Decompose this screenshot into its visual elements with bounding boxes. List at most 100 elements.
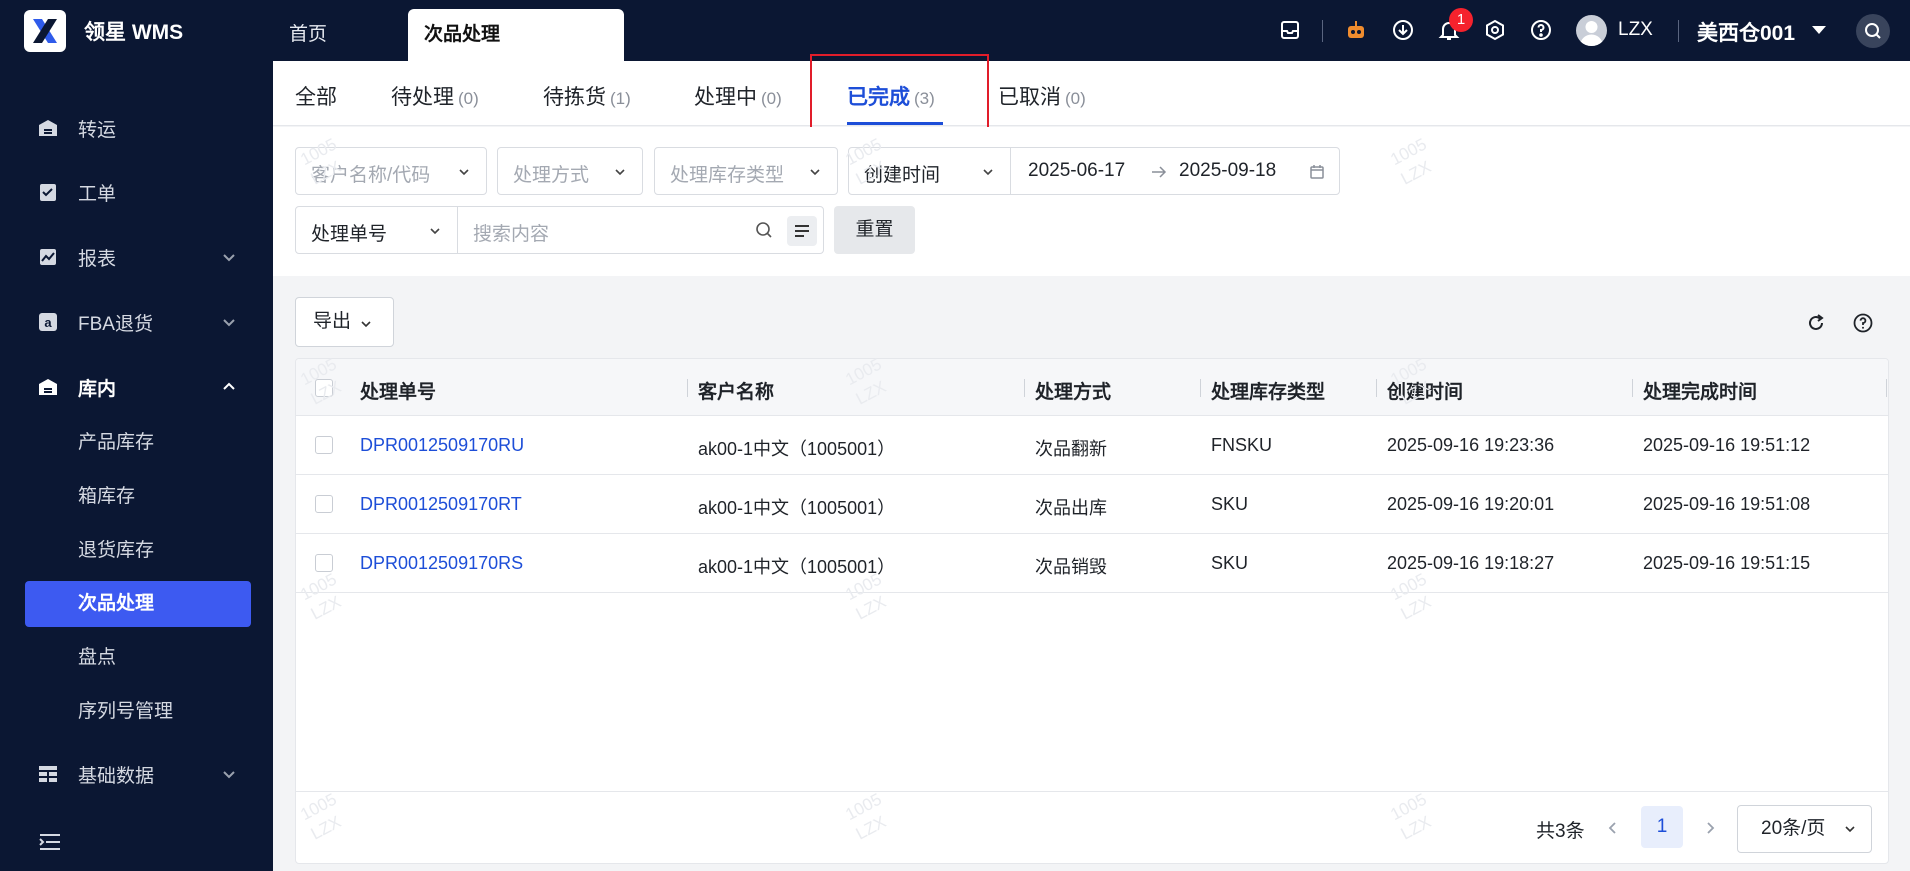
column-resizer[interactable] (1024, 379, 1025, 397)
column-resizer[interactable] (687, 379, 688, 397)
chevron-down-icon (1845, 826, 1855, 833)
sidebar-item-base-data[interactable]: 基础数据 (0, 754, 273, 794)
sidebar-item-stocktake[interactable]: 盘点 (25, 635, 251, 681)
table-row[interactable]: DPR0012509170RT ak00-1中文（1005001） 次品出库 S… (296, 475, 1888, 534)
date-start[interactable]: 2025-06-17 (1028, 160, 1125, 182)
column-resizer[interactable] (1200, 379, 1201, 397)
completed-time-cell: 2025-09-16 19:51:12 (1643, 435, 1811, 455)
calendar-icon[interactable] (1309, 164, 1325, 180)
column-resizer[interactable] (1632, 379, 1633, 397)
date-range-picker[interactable]: 2025-06-17 2025-09-18 (1010, 147, 1340, 195)
settings-icon[interactable] (1482, 17, 1508, 43)
inbox-icon[interactable] (1277, 17, 1303, 43)
column-header[interactable]: 处理单号 (360, 377, 436, 404)
table-header: 处理单号 客户名称 处理方式 处理库存类型 创建时间 处理完成时间 (296, 359, 1888, 416)
clipboard-check-icon (37, 181, 59, 203)
customer-select[interactable]: 客户名称/代码 (295, 147, 487, 195)
logo-icon[interactable] (24, 10, 66, 52)
date-end[interactable]: 2025-09-18 (1179, 160, 1276, 182)
chevron-up-icon (223, 382, 235, 390)
page-number-current[interactable]: 1 (1641, 806, 1683, 848)
tab-processing[interactable]: 处理中 (0) (694, 81, 782, 111)
stock-type-cell: SKU (1211, 494, 1249, 514)
table-row[interactable]: DPR0012509170RU ak00-1中文（1005001） 次品翻新 F… (296, 416, 1888, 475)
caret-down-icon[interactable] (1812, 26, 1826, 34)
results-table: 处理单号 客户名称 处理方式 处理库存类型 创建时间 处理完成时间 DPR001… (295, 358, 1889, 864)
time-type-select[interactable]: 创建时间 (848, 147, 1011, 195)
method-cell: 次品出库 (1035, 498, 1107, 518)
column-header[interactable]: 创建时间 (1387, 377, 1463, 404)
sidebar-item-reports[interactable]: 报表 (0, 237, 273, 277)
sidebar-item-inventory[interactable]: 库内 (0, 367, 273, 407)
tab-pending[interactable]: 待处理 (0) (391, 81, 479, 111)
search-icon[interactable] (755, 221, 773, 239)
help-icon[interactable] (1528, 17, 1554, 43)
tab-all[interactable]: 全部 (295, 81, 341, 111)
column-resizer[interactable] (1376, 379, 1377, 397)
select-all-checkbox[interactable] (315, 379, 333, 397)
row-checkbox[interactable] (315, 495, 333, 513)
completed-time-cell: 2025-09-16 19:51:15 (1643, 553, 1811, 573)
sidebar-item-return-stock[interactable]: 退货库存 (25, 528, 251, 574)
row-checkbox[interactable] (315, 436, 333, 454)
sidebar-item-fba-returns[interactable]: a FBA退货 (0, 302, 273, 342)
refresh-icon[interactable] (1805, 312, 1827, 334)
sidebar-item-serial-numbers[interactable]: 序列号管理 (25, 689, 251, 735)
help-icon[interactable] (1852, 312, 1874, 334)
column-header[interactable]: 处理方式 (1035, 377, 1111, 404)
chevron-down-icon (223, 254, 235, 262)
chevron-down-icon (223, 771, 235, 779)
download-icon[interactable] (1390, 17, 1416, 43)
column-header[interactable]: 处理库存类型 (1211, 377, 1325, 404)
user-name[interactable]: LZX (1618, 19, 1653, 41)
order-number-link[interactable]: DPR0012509170RT (360, 494, 522, 515)
tab-home[interactable]: 首页 (289, 9, 409, 61)
search-field-select[interactable]: 处理单号 (295, 206, 458, 254)
chevron-down-icon (810, 169, 820, 176)
sidebar-item-work-order[interactable]: 工单 (0, 172, 273, 212)
robot-icon[interactable] (1343, 17, 1369, 43)
chevron-down-icon (459, 169, 469, 176)
reset-button[interactable]: 重置 (834, 206, 915, 254)
row-checkbox[interactable] (315, 554, 333, 572)
completed-time-cell: 2025-09-16 19:51:08 (1643, 494, 1811, 514)
warehouse-icon (37, 376, 59, 398)
order-number-link[interactable]: DPR0012509170RU (360, 435, 524, 456)
search-input[interactable]: 搜索内容 (457, 206, 824, 254)
page-size-select[interactable]: 20条/页 (1737, 805, 1872, 853)
notification-badge: 1 (1449, 8, 1473, 32)
customer-cell: ak00-1中文（1005001） (698, 498, 896, 518)
collapse-menu-icon[interactable] (38, 832, 62, 852)
tab-cancelled[interactable]: 已取消 (0) (998, 81, 1086, 111)
tab-defective-processing[interactable]: 次品处理 (408, 9, 624, 61)
table-row[interactable]: DPR0012509170RS ak00-1中文（1005001） 次品销毁 S… (296, 534, 1888, 593)
order-number-link[interactable]: DPR0012509170RS (360, 553, 523, 574)
global-search-icon[interactable] (1856, 14, 1890, 48)
next-page-icon[interactable] (1702, 820, 1718, 836)
chevron-down-icon (983, 169, 993, 176)
column-header[interactable]: 客户名称 (698, 377, 774, 404)
tab-to-pick[interactable]: 待拣货 (1) (543, 81, 631, 111)
export-button[interactable]: 导出 (295, 297, 394, 347)
divider (1322, 20, 1323, 42)
sidebar-item-defective-processing[interactable]: 次品处理 (25, 581, 251, 627)
sidebar-item-product-stock[interactable]: 产品库存 (25, 420, 251, 466)
total-count: 共3条 (1536, 821, 1585, 842)
column-header[interactable]: 处理完成时间 (1643, 377, 1757, 404)
avatar[interactable] (1576, 15, 1607, 46)
warehouse-selector[interactable]: 美西仓001 (1697, 17, 1795, 47)
sidebar-item-transfer[interactable]: 转运 (0, 108, 273, 148)
method-cell: 次品翻新 (1035, 439, 1107, 459)
svg-text:a: a (44, 315, 52, 330)
chevron-down-icon (361, 321, 371, 328)
sidebar-item-box-stock[interactable]: 箱库存 (25, 474, 251, 520)
created-time-cell: 2025-09-16 19:23:36 (1387, 435, 1555, 455)
column-resizer[interactable] (1886, 379, 1887, 397)
prev-page-icon[interactable] (1605, 820, 1621, 836)
batch-search-icon[interactable] (787, 216, 817, 246)
amazon-icon: a (37, 311, 59, 333)
method-select[interactable]: 处理方式 (497, 147, 643, 195)
stock-type-select[interactable]: 处理库存类型 (654, 147, 838, 195)
divider (1678, 20, 1679, 42)
chevron-down-icon (430, 228, 440, 235)
